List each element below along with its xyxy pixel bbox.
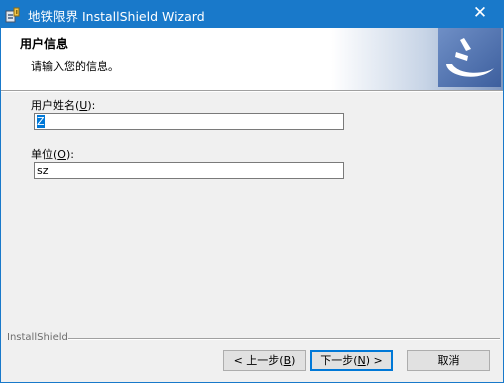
header-divider-highlight: [1, 91, 503, 92]
organization-value: sz: [37, 164, 49, 177]
next-button[interactable]: 下一步(N) >: [310, 350, 393, 371]
installshield-logo-icon: [438, 28, 501, 87]
installer-app-icon: [5, 7, 20, 23]
window-title: 地铁限界 InstallShield Wizard: [28, 9, 205, 24]
footer-divider-highlight: [68, 339, 500, 340]
organization-label: 单位(O):: [31, 148, 74, 161]
organization-input[interactable]: sz: [34, 162, 344, 179]
close-button[interactable]: ✕: [457, 1, 503, 28]
username-input[interactable]: Z: [34, 113, 344, 130]
page-title: 用户信息: [20, 37, 69, 51]
page-subtitle: 请输入您的信息。: [31, 60, 119, 73]
username-label: 用户姓名(U):: [31, 99, 96, 112]
installer-window: 地铁限界 InstallShield Wizard ✕ 用户信息 请输入您的信息…: [0, 0, 504, 383]
wizard-header: 用户信息 请输入您的信息。: [1, 28, 503, 90]
cancel-button[interactable]: 取消: [407, 350, 490, 371]
close-icon: ✕: [472, 3, 488, 23]
back-button[interactable]: < 上一步(B): [223, 350, 306, 371]
username-value: Z: [37, 115, 45, 128]
installshield-brand-label: InstallShield: [7, 332, 68, 343]
title-bar[interactable]: 地铁限界 InstallShield Wizard ✕: [1, 1, 503, 28]
